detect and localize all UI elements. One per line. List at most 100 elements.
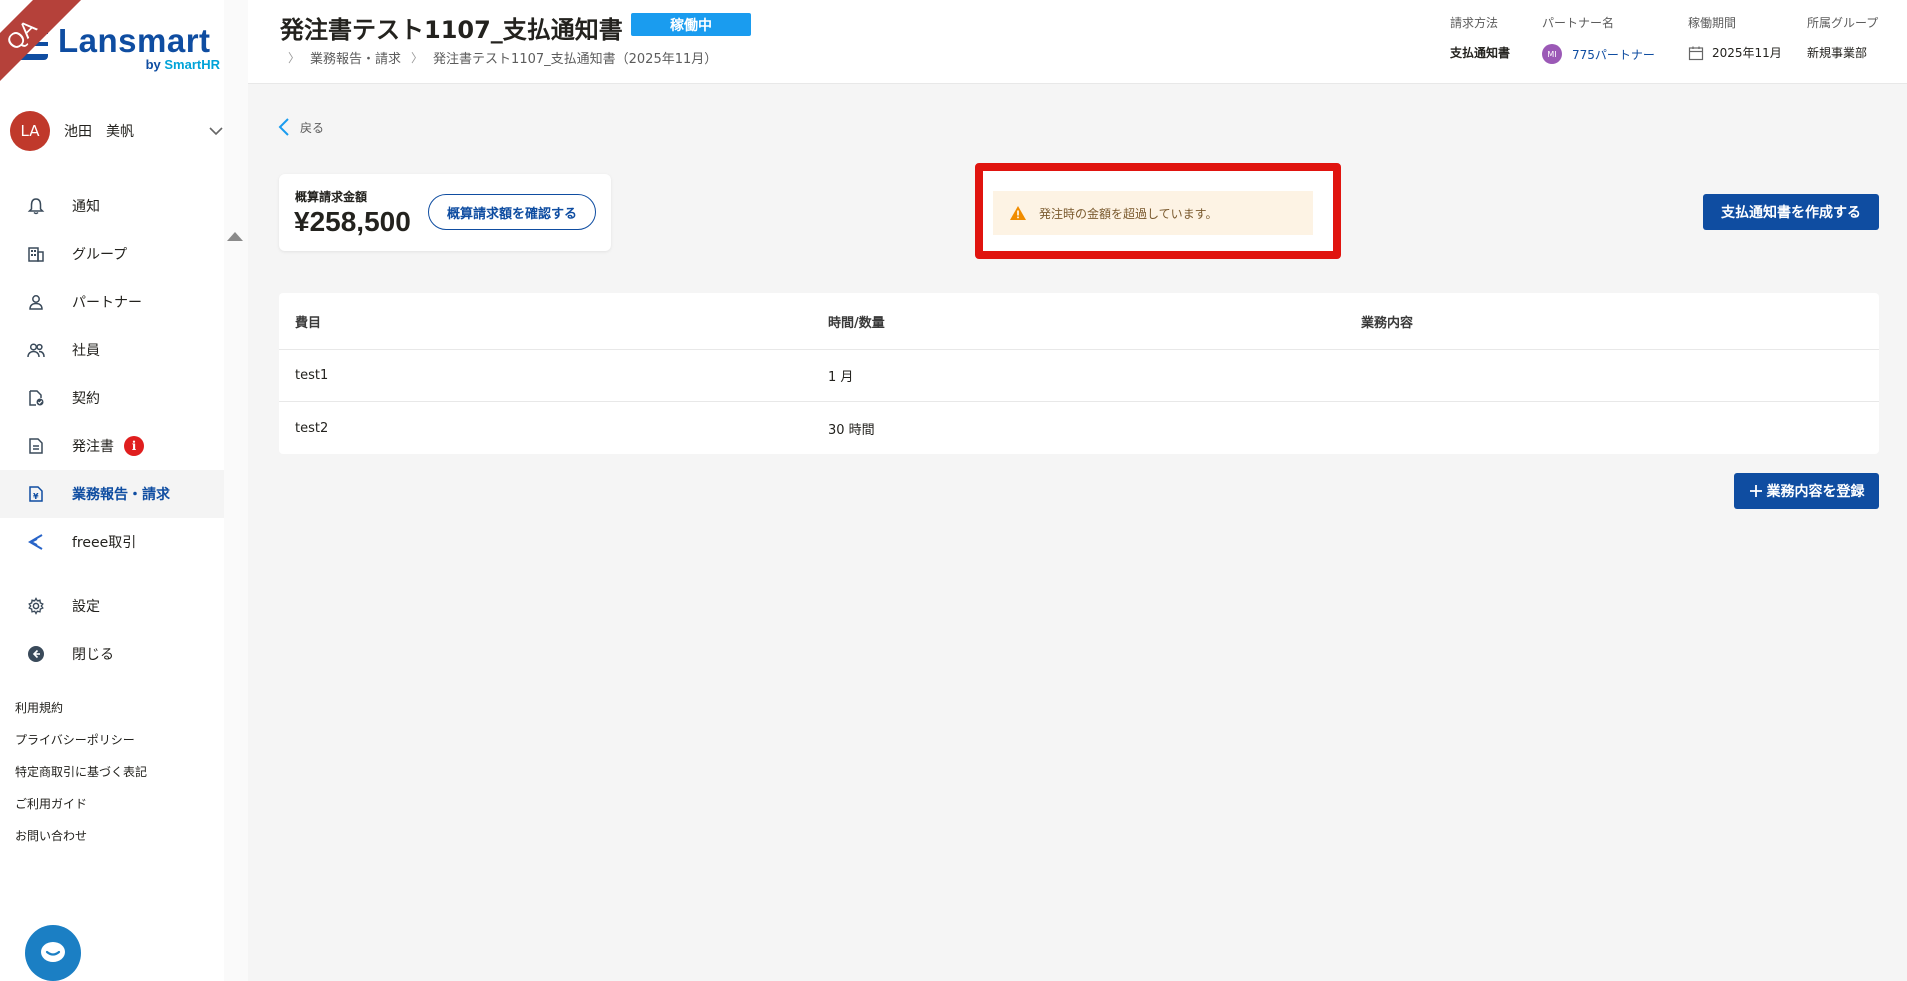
create-payment-notice-button[interactable]: 支払通知書を作成する [1703, 194, 1879, 230]
back-link[interactable]: 戻る [278, 118, 324, 136]
cell-quantity: 1 月 [828, 370, 854, 385]
chat-support-button[interactable] [25, 925, 81, 981]
bell-icon [26, 196, 46, 216]
sidebar-item-freee[interactable]: freee取引 [0, 518, 224, 566]
gear-icon [26, 596, 46, 616]
sidebar-item-groups[interactable]: グループ [0, 230, 224, 278]
table-header-row: 費目 時間/数量 業務内容 [279, 293, 1879, 350]
footer-links: 利用規約 プライバシーポリシー 特定商取引に基づく表記 ご利用ガイド お問い合わ… [15, 696, 147, 856]
warning-alert: 発注時の金額を超過しています。 [993, 191, 1313, 235]
contact-link[interactable]: お問い合わせ [15, 824, 147, 856]
period-value: 2025年11月 [1712, 46, 1782, 60]
meta-value: 支払通知書 [1450, 46, 1511, 60]
meta-value: 新規事業部 [1807, 46, 1868, 60]
estimated-amount-label: 概算請求金額 [295, 190, 368, 204]
terms-link[interactable]: 利用規約 [15, 696, 147, 728]
work-items-table: 費目 時間/数量 業務内容 test1 1 月 test2 30 時間 [279, 293, 1879, 454]
user-avatar: LA [10, 111, 50, 151]
sidebar-item-label: 閉じる [72, 647, 114, 663]
sidebar-item-label: グループ [72, 247, 128, 263]
svg-text:¥: ¥ [33, 492, 39, 501]
sidebar-item-employees[interactable]: 社員 [0, 326, 224, 374]
brand-name: Lansmart [58, 22, 211, 59]
sidebar-gutter [224, 0, 248, 981]
sidebar-item-partners[interactable]: パートナー [0, 278, 224, 326]
breadcrumb: 〉 業務報告・請求 〉 発注書テスト1107_支払通知書（2025年11月） [278, 48, 717, 67]
sidebar-item-settings[interactable]: 設定 [0, 582, 224, 630]
sidebar-item-close[interactable]: 閉じる [0, 630, 224, 678]
sidebar-item-reports-billing[interactable]: ¥ 業務報告・請求 [0, 470, 224, 518]
privacy-link[interactable]: プライバシーポリシー [15, 728, 147, 760]
person-icon [26, 292, 46, 312]
partner-avatar: MI [1542, 44, 1562, 64]
invoice-icon: ¥ [26, 484, 46, 504]
chevron-left-icon [278, 118, 289, 136]
warning-icon [1010, 206, 1026, 220]
register-work-content-button[interactable]: 業務内容を登録 [1734, 473, 1879, 509]
alert-badge: i [124, 436, 144, 456]
estimated-amount-value: ¥258,500 [294, 206, 411, 237]
column-header-expense: 費目 [295, 315, 322, 331]
sidebar-nav: 通知 グループ パートナー 社員 契約 発注書 i ¥ 業務報告・請求 free… [0, 182, 224, 678]
chevron-down-icon[interactable] [208, 123, 224, 139]
confirm-estimate-button[interactable]: 概算請求額を確認する [428, 194, 596, 230]
column-header-quantity: 時間/数量 [828, 315, 885, 331]
commercial-law-link[interactable]: 特定商取引に基づく表記 [15, 760, 147, 792]
document-icon [26, 436, 46, 456]
meta-billing-method: 請求方法 支払通知書 [1450, 14, 1510, 61]
breadcrumb-item-reports[interactable]: 業務報告・請求 [310, 48, 401, 67]
calendar-icon [1688, 46, 1704, 60]
meta-period: 稼働期間 2025年11月 [1688, 14, 1782, 61]
user-name: 池田 美帆 [64, 124, 134, 140]
collapse-icon [26, 644, 46, 664]
sidebar-item-label: 発注書 [72, 439, 114, 455]
brand-by-text: by [145, 57, 165, 72]
back-label: 戻る [300, 120, 325, 135]
page-title: 発注書テスト1107_支払通知書 [280, 16, 623, 44]
brand-partner: SmartHR [164, 57, 220, 72]
partner-link[interactable]: MI 775パートナー [1542, 44, 1655, 64]
status-badge: 稼働中 [631, 13, 751, 36]
partner-name: 775パートナー [1572, 47, 1655, 62]
meta-partner: パートナー名 MI 775パートナー [1542, 14, 1655, 64]
meta-label: 請求方法 [1450, 16, 1499, 30]
sidebar-item-notifications[interactable]: 通知 [0, 182, 224, 230]
meta-value-period: 2025年11月 [1688, 44, 1782, 61]
page-header: 発注書テスト1107_支払通知書 稼働中 〉 業務報告・請求 〉 発注書テスト1… [248, 0, 1907, 84]
sidebar: Lansmart by SmartHR QA LA 池田 美帆 通知 グループ … [0, 0, 224, 981]
sidebar-item-label: パートナー [72, 295, 142, 311]
table-row[interactable]: test1 1 月 [279, 350, 1879, 402]
plus-icon [1749, 485, 1762, 497]
breadcrumb-item-current: 発注書テスト1107_支払通知書（2025年11月） [433, 52, 718, 67]
cell-expense: test1 [295, 368, 329, 383]
cell-quantity: 30 時間 [828, 422, 875, 438]
user-menu[interactable]: LA 池田 美帆 [10, 110, 224, 152]
sidebar-item-label: 設定 [72, 599, 100, 615]
sidebar-item-label: 業務報告・請求 [72, 487, 170, 503]
sidebar-item-label: 社員 [72, 343, 100, 359]
guide-link[interactable]: ご利用ガイド [15, 792, 147, 824]
estimated-amount-card: 概算請求金額 ¥258,500 概算請求額を確認する [279, 174, 611, 251]
contract-icon [26, 388, 46, 408]
sidebar-item-purchase-orders[interactable]: 発注書 i [0, 422, 224, 470]
people-icon [26, 340, 46, 360]
register-button-label: 業務内容を登録 [1766, 484, 1865, 500]
warning-message: 発注時の金額を超過しています。 [1039, 206, 1218, 221]
cell-expense: test2 [295, 420, 329, 436]
meta-label: 所属グループ [1807, 16, 1879, 30]
column-header-description: 業務内容 [1361, 315, 1414, 331]
sidebar-item-label: 通知 [72, 199, 100, 215]
brand-by: by SmartHR [146, 57, 220, 72]
scroll-up-arrow-icon[interactable] [227, 232, 243, 241]
freee-icon [26, 532, 46, 552]
table-row[interactable]: test2 30 時間 [279, 402, 1879, 454]
breadcrumb-separator-icon: 〉 [288, 51, 301, 65]
sidebar-item-label: freee取引 [72, 535, 137, 551]
highlight-frame: 発注時の金額を超過しています。 [975, 163, 1341, 259]
sidebar-item-label: 契約 [72, 391, 100, 407]
building-icon [26, 244, 46, 264]
meta-label: 稼働期間 [1688, 16, 1737, 30]
sidebar-item-contracts[interactable]: 契約 [0, 374, 224, 422]
meta-label: パートナー名 [1542, 16, 1615, 30]
